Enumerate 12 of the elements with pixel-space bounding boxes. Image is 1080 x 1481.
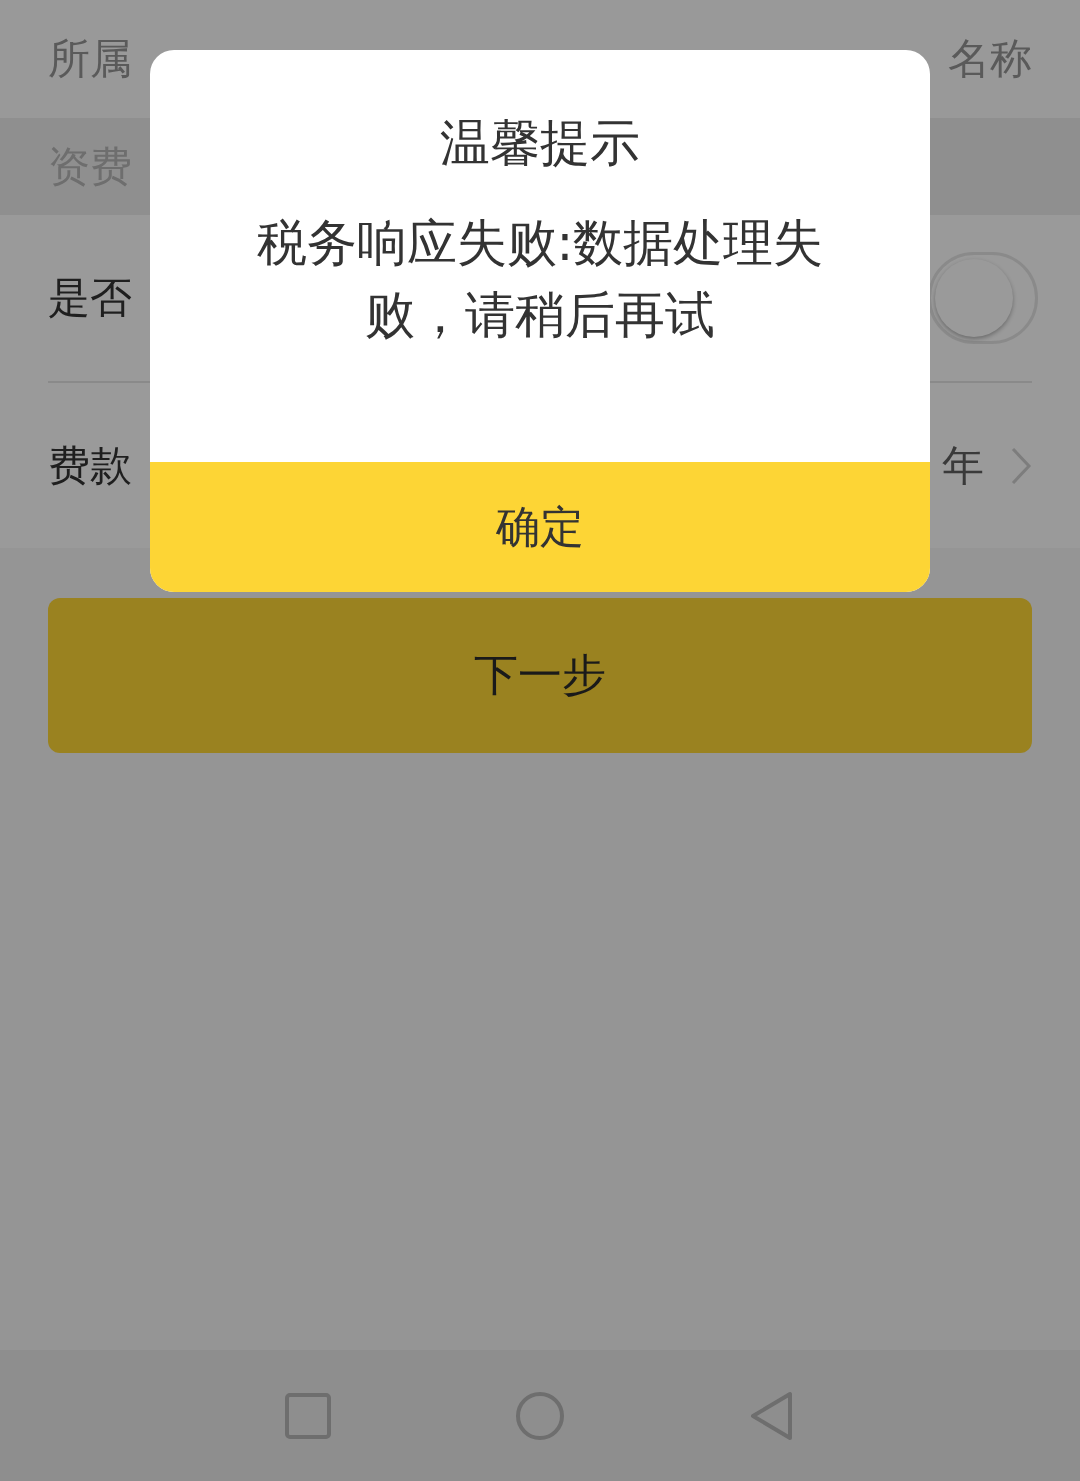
field-value: 名称 xyxy=(948,33,1032,85)
dialog-title: 温馨提示 xyxy=(440,113,640,174)
field-label: 是否 xyxy=(48,272,132,324)
field-label: 费款 xyxy=(48,439,132,492)
confirm-button[interactable]: 确定 xyxy=(150,462,930,592)
next-button[interactable]: 下一步 xyxy=(48,598,1032,753)
dialog-message: 税务响应失败:数据处理失败，请稍后再试 xyxy=(255,213,825,346)
home-icon[interactable] xyxy=(514,1389,566,1442)
recent-apps-icon[interactable] xyxy=(284,1391,332,1440)
chevron-right-icon xyxy=(1010,445,1032,486)
field-label: 所属 xyxy=(48,33,132,85)
field-value: 年 xyxy=(942,439,984,492)
